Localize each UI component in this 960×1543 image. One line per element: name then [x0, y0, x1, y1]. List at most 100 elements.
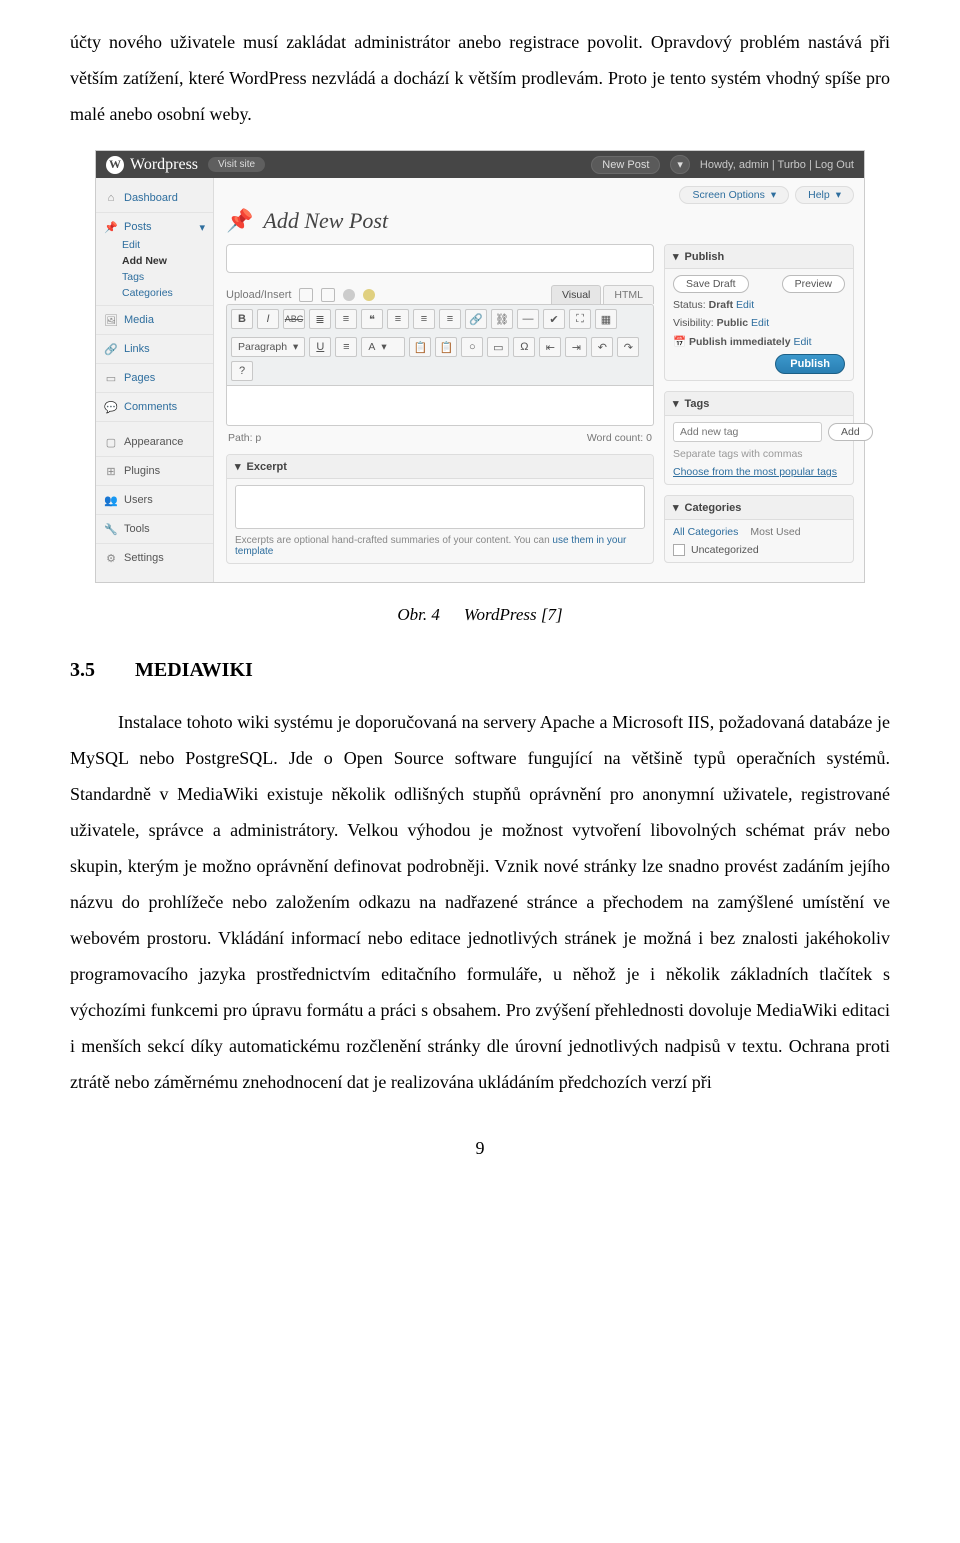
- sidebar-sub-categories[interactable]: Categories: [104, 285, 205, 301]
- screen-options-button[interactable]: Screen Options▾: [679, 186, 789, 204]
- add-video-icon[interactable]: [321, 288, 335, 302]
- post-title-input[interactable]: [226, 244, 654, 273]
- spellcheck-button[interactable]: ✔: [543, 309, 565, 329]
- edit-status-link[interactable]: Edit: [736, 299, 754, 311]
- wordpress-icon: W: [106, 156, 124, 174]
- strike-button[interactable]: ABC: [283, 309, 305, 329]
- editor-body[interactable]: [226, 386, 654, 426]
- sidebar-item-dashboard[interactable]: ⌂ Dashboard: [104, 188, 205, 208]
- more-button[interactable]: —: [517, 309, 539, 329]
- preview-button[interactable]: Preview: [782, 275, 845, 293]
- insert-media-button[interactable]: ▭: [487, 337, 509, 357]
- charmap-button[interactable]: Ω: [513, 337, 535, 357]
- ul-button[interactable]: ≣: [309, 309, 331, 329]
- tags-panel: ▾ Tags Add Separate tags with commas Cho…: [664, 391, 854, 485]
- add-media-icon[interactable]: [363, 289, 375, 301]
- visit-site-button[interactable]: Visit site: [208, 157, 265, 172]
- publish-panel-header[interactable]: ▾ Publish: [665, 245, 853, 269]
- edit-publish-time-link[interactable]: Edit: [793, 336, 811, 348]
- paste-text-button[interactable]: 📋: [435, 337, 457, 357]
- undo-button[interactable]: ↶: [591, 337, 613, 357]
- new-post-dropdown[interactable]: ▾: [670, 155, 690, 174]
- chevron-down-icon: ▾: [381, 341, 386, 353]
- fullscreen-button[interactable]: ⛶: [569, 309, 591, 329]
- choose-popular-tags-link[interactable]: Choose from the most popular tags: [673, 466, 845, 478]
- help-icon-button[interactable]: ?: [231, 361, 253, 381]
- indent-button[interactable]: ⇥: [565, 337, 587, 357]
- sidebar-sub-add-new[interactable]: Add New: [104, 253, 205, 269]
- sidebar-item-plugins[interactable]: ⊞Plugins: [104, 461, 205, 481]
- redo-button[interactable]: ↷: [617, 337, 639, 357]
- section-heading: 3.5 MEDIAWIKI: [70, 659, 890, 682]
- sidebar-sub-tags[interactable]: Tags: [104, 269, 205, 285]
- unlink-button[interactable]: ⛓: [491, 309, 513, 329]
- align-left-button[interactable]: ≡: [387, 309, 409, 329]
- tab-all-categories[interactable]: All Categories: [673, 526, 738, 538]
- sidebar-item-links[interactable]: 🔗Links: [104, 339, 205, 359]
- new-post-button[interactable]: New Post: [591, 156, 660, 174]
- link-icon: 🔗: [104, 342, 118, 356]
- link-button[interactable]: 🔗: [465, 309, 487, 329]
- page-number: 9: [70, 1138, 890, 1159]
- tags-panel-header[interactable]: ▾ Tags: [665, 392, 853, 416]
- textcolor-select[interactable]: A▾: [361, 337, 405, 357]
- chevron-down-icon: ▾: [293, 341, 298, 353]
- sidebar-item-tools[interactable]: 🔧Tools: [104, 519, 205, 539]
- publish-button[interactable]: Publish: [775, 354, 845, 374]
- sidebar-item-users[interactable]: 👥Users: [104, 490, 205, 510]
- tools-icon: 🔧: [104, 522, 118, 536]
- chevron-down-icon: ▾: [673, 250, 679, 263]
- edit-visibility-link[interactable]: Edit: [751, 317, 769, 329]
- sidebar-item-posts[interactable]: 📌 Posts ▾: [104, 217, 205, 237]
- chevron-down-icon: ▾: [235, 460, 241, 473]
- outdent-button[interactable]: ⇤: [539, 337, 561, 357]
- media-icon: 🖼: [104, 313, 118, 327]
- align-right-button[interactable]: ≡: [439, 309, 461, 329]
- excerpt-panel-header[interactable]: ▾ Excerpt: [227, 455, 653, 479]
- quote-button[interactable]: ❝: [361, 309, 383, 329]
- paragraph-select[interactable]: Paragraph▾: [231, 337, 305, 357]
- italic-button[interactable]: I: [257, 309, 279, 329]
- pin-icon: 📌: [226, 208, 253, 234]
- publish-panel: ▾ Publish Save Draft Preview Status: Dra…: [664, 244, 854, 381]
- house-icon: ⌂: [104, 191, 118, 205]
- add-tag-button[interactable]: Add: [828, 423, 873, 441]
- brand-text: Wordpress: [130, 156, 198, 174]
- paste-word-button[interactable]: 📋: [409, 337, 431, 357]
- ol-button[interactable]: ≡: [335, 309, 357, 329]
- category-checkbox-uncategorized[interactable]: [673, 544, 685, 556]
- sidebar-item-settings[interactable]: ⚙Settings: [104, 548, 205, 568]
- wp-logo: W Wordpress: [106, 156, 198, 174]
- wp-sidebar: ⌂ Dashboard 📌 Posts ▾ Edit Add New Tags …: [96, 178, 214, 582]
- figure-caption: Obr. 4 WordPress [7]: [70, 605, 890, 625]
- comment-icon: 💬: [104, 400, 118, 414]
- sidebar-item-media[interactable]: 🖼Media: [104, 310, 205, 330]
- sidebar-sub-edit[interactable]: Edit: [104, 237, 205, 253]
- align-center-button[interactable]: ≡: [413, 309, 435, 329]
- add-image-icon[interactable]: [299, 288, 313, 302]
- underline-button[interactable]: U: [309, 337, 331, 357]
- tab-most-used[interactable]: Most Used: [750, 526, 800, 538]
- paragraph-body: Instalace tohoto wiki systému je doporuč…: [70, 704, 890, 1100]
- add-audio-icon[interactable]: [343, 289, 355, 301]
- justify-button[interactable]: ≡: [335, 337, 357, 357]
- sidebar-item-pages[interactable]: ▭Pages: [104, 368, 205, 388]
- howdy-text: Howdy, admin | Turbo | Log Out: [700, 159, 854, 171]
- page-icon: ▭: [104, 371, 118, 385]
- sidebar-item-comments[interactable]: 💬Comments: [104, 397, 205, 417]
- help-button[interactable]: Help▾: [795, 186, 854, 204]
- bold-button[interactable]: B: [231, 309, 253, 329]
- excerpt-textarea[interactable]: [235, 485, 645, 529]
- categories-panel-header[interactable]: ▾ Categories: [665, 496, 853, 520]
- kitchen-sink-button[interactable]: ▦: [595, 309, 617, 329]
- add-tag-input[interactable]: [673, 422, 822, 442]
- tab-visual[interactable]: Visual: [551, 285, 601, 304]
- chevron-down-icon: ▾: [673, 397, 679, 410]
- chevron-down-icon: ▾: [836, 189, 841, 201]
- remove-format-button[interactable]: ○: [461, 337, 483, 357]
- sidebar-item-appearance[interactable]: ▢Appearance: [104, 432, 205, 452]
- save-draft-button[interactable]: Save Draft: [673, 275, 749, 293]
- gear-icon: ⚙: [104, 551, 118, 565]
- users-icon: 👥: [104, 493, 118, 507]
- tab-html[interactable]: HTML: [603, 285, 654, 304]
